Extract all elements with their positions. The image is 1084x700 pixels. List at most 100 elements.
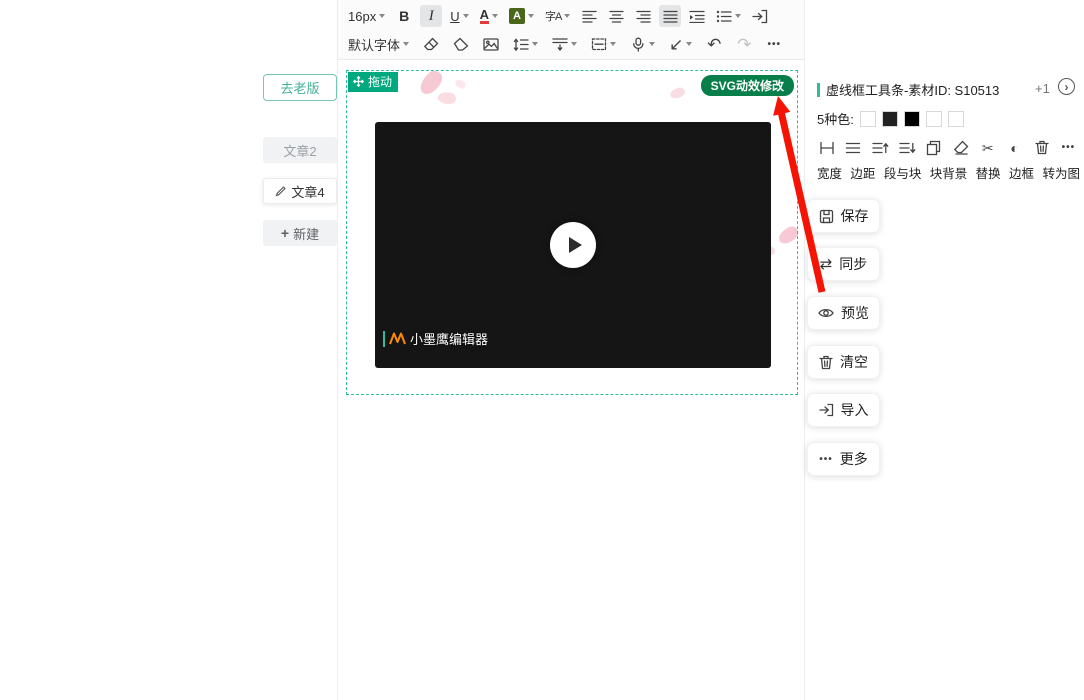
selected-material-block[interactable]: 拖动 SVG动效修改 小墨鹰编辑器 [346, 70, 798, 395]
color-swatch[interactable] [881, 110, 898, 127]
play-button[interactable] [550, 222, 596, 268]
more-dots-icon: ••• [767, 38, 782, 50]
dashed-frame-button[interactable] [588, 33, 619, 55]
block-tools-row: ✂ ◐ ••• [817, 138, 1078, 157]
chevron-down-icon [462, 14, 469, 18]
chevron-down-icon [403, 42, 410, 46]
video-watermark: 小墨鹰编辑器 [383, 329, 488, 348]
width-icon [819, 141, 834, 154]
svg-animation-edit-badge[interactable]: SVG动效修改 [700, 75, 794, 96]
more-button[interactable]: ••• 更多 [807, 442, 880, 476]
move-icon [353, 76, 364, 87]
line-height-button[interactable] [510, 33, 541, 55]
format-painter-button[interactable] [450, 33, 472, 55]
font-size-select[interactable]: 16px [345, 5, 388, 27]
replace-label[interactable]: 替换 [976, 163, 1001, 182]
format-toolbar: 16px B I U A A 字A 默认字体 ↙ ↶ ↷ ••• [337, 0, 805, 60]
width-tool-button[interactable] [817, 138, 836, 157]
sidebar-item-new[interactable]: + 新建 [263, 220, 337, 246]
color-swatch[interactable] [859, 110, 876, 127]
tools-more-button[interactable]: ••• [1059, 138, 1078, 157]
outdent-icon [752, 9, 768, 23]
width-label[interactable]: 宽度 [817, 163, 842, 182]
collapse-panel-button[interactable]: › [1058, 78, 1075, 95]
to-image-label[interactable]: 转为图 [1042, 163, 1080, 182]
align-center-button[interactable] [605, 5, 627, 27]
clear-format-button[interactable] [420, 33, 442, 55]
preview-button[interactable]: 预览 [807, 296, 880, 330]
paragraph-block-tool-button[interactable] [871, 138, 890, 157]
chevron-down-icon [532, 42, 539, 46]
border-tool-button[interactable]: ◐ [1005, 138, 1024, 157]
import-button[interactable]: 导入 [807, 393, 880, 427]
insert-image-button[interactable] [480, 33, 502, 55]
format-painter-icon [453, 37, 469, 51]
chevron-down-icon [571, 42, 578, 46]
font-family-value: 默认字体 [348, 37, 401, 53]
paragraph-spacing-button[interactable] [549, 33, 580, 55]
toolbar-more-button[interactable]: ••• [763, 33, 785, 55]
list-button[interactable] [713, 5, 744, 27]
delete-tool-button[interactable] [1032, 138, 1051, 157]
align-left-button[interactable] [578, 5, 600, 27]
voice-button[interactable] [627, 33, 658, 55]
align-justify-button[interactable] [659, 5, 682, 27]
replace-tool-button[interactable] [925, 138, 944, 157]
sidebar-item-article4[interactable]: 文章4 [263, 178, 337, 204]
indent-button[interactable] [686, 5, 708, 27]
sidebar-item-article2[interactable]: 文章2 [263, 137, 337, 163]
paragraph-block-label[interactable]: 段与块 [884, 163, 922, 182]
erase-tool-button[interactable] [951, 138, 970, 157]
indent-icon [689, 10, 705, 23]
edit-pencil-icon [276, 186, 287, 197]
accent-bar [817, 82, 820, 97]
drag-handle[interactable]: 拖动 [348, 72, 399, 92]
moying-logo-icon [389, 332, 406, 345]
redo-button[interactable]: ↷ [733, 33, 755, 55]
color-swatch[interactable] [947, 110, 964, 127]
block-background-label[interactable]: 块背景 [930, 163, 968, 182]
outdent-button[interactable] [749, 5, 771, 27]
text-style-button[interactable]: 字A [542, 5, 573, 27]
font-color-button[interactable]: A [477, 5, 501, 27]
sync-icon: ⇄ [819, 255, 833, 273]
sync-button[interactable]: ⇄ 同步 [807, 247, 880, 281]
arrow-southwest-icon: ↙ [669, 34, 684, 54]
chevron-down-icon [735, 14, 742, 18]
contrast-icon: ◐ [1010, 139, 1019, 156]
align-center-icon [609, 10, 624, 23]
font-family-select[interactable]: 默认字体 [345, 33, 412, 55]
image-icon [483, 37, 499, 51]
undo-button[interactable]: ↶ [703, 33, 725, 55]
clear-button[interactable]: 清空 [807, 345, 880, 379]
border-label[interactable]: 边框 [1009, 163, 1034, 182]
align-justify-icon [663, 10, 678, 23]
cut-tool-button[interactable]: ✂ [978, 138, 997, 157]
italic-button[interactable]: I [420, 5, 443, 27]
margin-tool-button[interactable] [844, 138, 863, 157]
color-swatch[interactable] [903, 110, 920, 127]
chevron-right-icon: › [1064, 79, 1069, 94]
margin-label[interactable]: 边距 [850, 163, 875, 182]
underline-button[interactable]: U [447, 5, 471, 27]
highlight-color-button[interactable]: A [506, 5, 537, 27]
trash-icon [1034, 140, 1049, 155]
bold-button[interactable]: B [393, 5, 415, 27]
colors-label: 5种色: [817, 112, 854, 127]
redo-icon: ↷ [737, 34, 752, 54]
eraser-icon [953, 140, 969, 155]
save-icon [819, 209, 833, 223]
video-player[interactable]: 小墨鹰编辑器 [375, 122, 771, 368]
color-swatch[interactable] [925, 110, 942, 127]
align-right-button[interactable] [632, 5, 654, 27]
go-old-version-button[interactable]: 去老版 [263, 74, 337, 101]
block-background-tool-button[interactable] [898, 138, 917, 157]
material-title: 虚线框工具条-素材ID: S10513 [826, 83, 1000, 98]
save-button[interactable]: 保存 [807, 199, 880, 233]
paragraph-block-icon [872, 142, 889, 153]
block-tools-labels: 宽度 边距 段与块 块背景 替换 边框 转为图 [817, 163, 1080, 182]
ordered-list-icon [717, 10, 732, 22]
scissors-icon: ✂ [981, 139, 994, 156]
arrow-tool-button[interactable]: ↙ [666, 33, 695, 55]
editor-canvas[interactable]: 拖动 SVG动效修改 小墨鹰编辑器 [337, 60, 805, 700]
